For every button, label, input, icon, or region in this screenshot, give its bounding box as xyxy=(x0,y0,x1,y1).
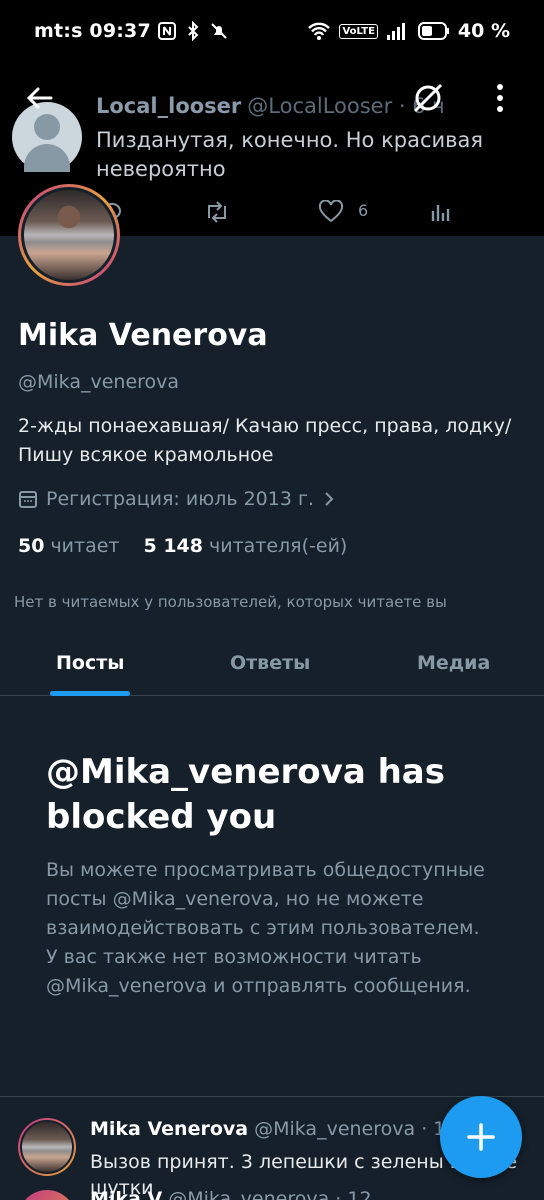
plus-icon xyxy=(467,1123,495,1151)
divider xyxy=(0,1096,544,1097)
following-count: 50 xyxy=(18,535,45,557)
blocked-title: @Mika_venerova has blocked you xyxy=(46,752,445,837)
tweet-meta: @Mika_venerova · 12 xyxy=(168,1188,372,1200)
back-button[interactable] xyxy=(22,80,58,116)
profile-name: Mika Venerova xyxy=(18,318,268,353)
profile-stats: 50 читает 5 148 читателя(-ей) xyxy=(18,535,347,557)
profile-avatar[interactable] xyxy=(18,184,120,286)
signal-icon xyxy=(386,23,405,40)
like-icon xyxy=(318,200,344,223)
chevron-right-icon xyxy=(325,492,334,506)
status-bar: mt:s 09:37 VoLTE 40 % xyxy=(0,0,544,62)
banner-author-name: Local_looser xyxy=(96,94,242,118)
status-time: mt:s 09:37 xyxy=(34,20,151,42)
volte-badge: VoLTE xyxy=(339,23,378,39)
views-icon xyxy=(431,205,450,221)
followers-link[interactable]: 5 148 читателя(-ей) xyxy=(144,535,348,557)
profile-joined[interactable]: Регистрация: июль 2013 г. xyxy=(18,488,336,510)
grok-button[interactable] xyxy=(410,80,446,116)
profile-bio: 2-жды понаехавшая/ Качаю пресс, права, л… xyxy=(18,415,512,466)
joined-date: Регистрация: июль 2013 г. xyxy=(46,488,314,510)
compose-button[interactable] xyxy=(440,1096,522,1178)
banner-tweet-text: Пизданутая, конечно. Но красивая невероя… xyxy=(96,128,484,181)
grok-icon xyxy=(413,83,443,113)
following-link[interactable]: 50 читает xyxy=(18,535,120,557)
tweet-avatar[interactable] xyxy=(18,1190,76,1200)
retweet-icon xyxy=(208,201,226,223)
blocked-message: Вы можете просматривать общедоступные по… xyxy=(46,859,485,997)
calendar-icon xyxy=(19,491,37,508)
bluetooth-icon xyxy=(188,21,199,41)
tweet-author-name: Mika Venerova xyxy=(90,1118,249,1140)
tab-replies[interactable]: Ответы xyxy=(230,652,310,674)
tweet-header: Mika V @Mika_venerova · 12 xyxy=(90,1188,372,1200)
mutual-followers-note: Нет в читаемых у пользователей, которых … xyxy=(14,593,447,611)
mute-bell-icon xyxy=(211,23,227,39)
active-tab-indicator xyxy=(50,691,130,696)
wifi-icon xyxy=(308,22,331,40)
tab-media[interactable]: Медиа xyxy=(417,652,490,674)
profile-tabs: Посты Ответы Медиа xyxy=(0,636,544,696)
tab-posts[interactable]: Посты xyxy=(56,652,124,674)
following-label: читает xyxy=(50,535,120,557)
tweet-meta: @Mika_venerova · 12 xyxy=(254,1118,458,1140)
nfc-icon xyxy=(157,22,176,40)
tweet-header: Mika Venerova @Mika_venerova · 12 xyxy=(90,1118,457,1140)
followers-label: читателя(-ей) xyxy=(209,535,348,557)
profile-handle: @Mika_venerova xyxy=(18,371,180,393)
banner-views-count: 6 xyxy=(358,201,369,220)
back-arrow-icon xyxy=(26,87,53,109)
more-options-button[interactable] xyxy=(482,80,518,116)
tweet-author-name: Mika V xyxy=(90,1188,163,1200)
battery-icon xyxy=(417,22,449,40)
battery-level: 40 % xyxy=(457,20,510,42)
followers-count: 5 148 xyxy=(143,535,204,557)
more-vertical-icon xyxy=(497,84,503,112)
tweet-avatar[interactable] xyxy=(18,1118,76,1176)
banner-tweet-actions xyxy=(100,200,500,228)
profile-photo xyxy=(24,190,114,280)
